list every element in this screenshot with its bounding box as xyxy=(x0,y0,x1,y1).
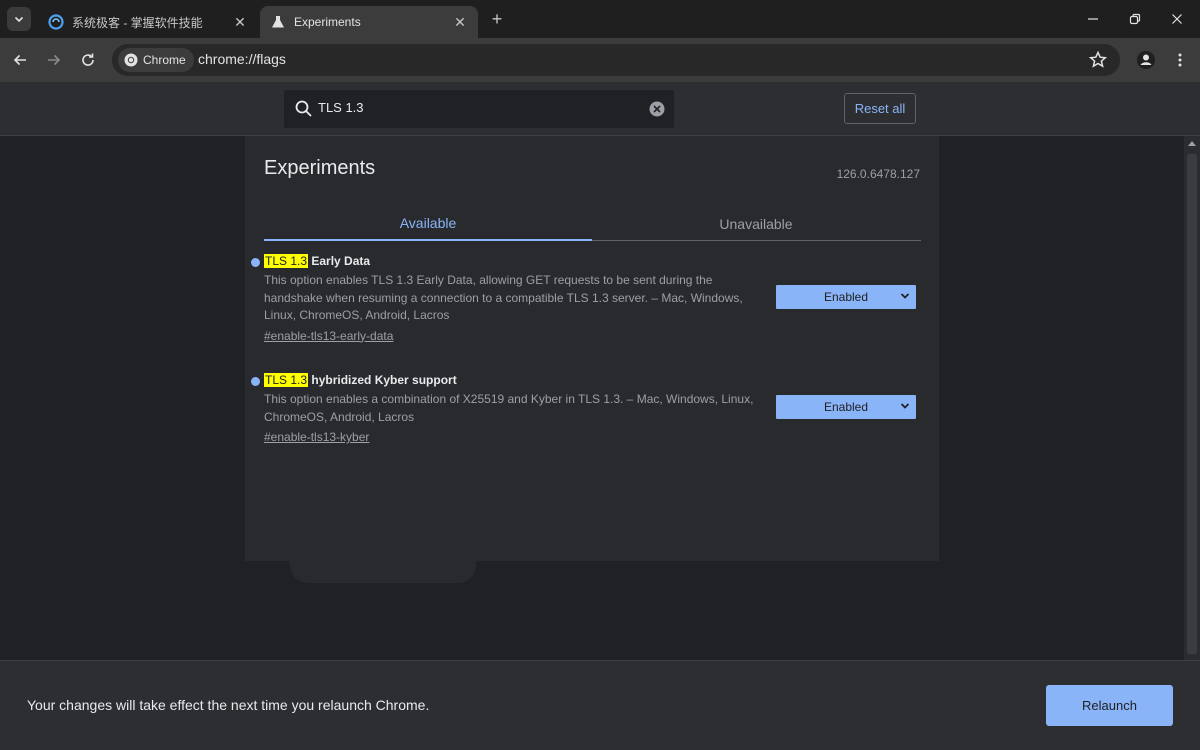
scrollbar[interactable] xyxy=(1184,136,1200,660)
reload-icon xyxy=(82,53,94,66)
chip-label: Chrome xyxy=(143,53,186,67)
experiment-name: TLS 1.3 hybridized Kyber support xyxy=(264,372,924,388)
select-value: Enabled xyxy=(823,400,869,414)
experiment-name-rest: hybridized Kyber support xyxy=(308,373,457,387)
search-highlight: TLS 1.3 xyxy=(264,254,309,268)
experiment-state-select[interactable]: Enabled xyxy=(776,395,916,419)
search-input[interactable]: TLS 1.3 xyxy=(284,90,674,128)
tab-system-geek[interactable]: 系统极客 - 掌握软件技能 ✕ xyxy=(38,6,258,38)
version-label: 126.0.6478.127 xyxy=(836,167,920,181)
experiment-permalink[interactable]: #enable-tls13-early-data xyxy=(264,329,393,343)
restore-icon xyxy=(1129,13,1141,25)
experiment-name: TLS 1.3 Early Data xyxy=(264,253,924,269)
tab-strip: 系统极客 - 掌握软件技能 ✕ Experiments ✕ + xyxy=(0,0,1200,38)
minimize-icon xyxy=(1088,18,1098,20)
search-value[interactable]: TLS 1.3 xyxy=(318,100,364,115)
chevron-down-icon xyxy=(14,16,24,23)
forward-button[interactable] xyxy=(42,48,66,72)
relaunch-footer: Your changes will take effect the next t… xyxy=(0,660,1200,750)
experiment-description: This option enables a combination of X25… xyxy=(264,392,754,424)
close-tab-icon[interactable]: ✕ xyxy=(452,14,468,30)
back-button[interactable] xyxy=(8,48,32,72)
experiment-tls13-kyber: TLS 1.3 hybridized Kyber support This op… xyxy=(251,372,924,446)
search-icon xyxy=(295,100,312,117)
tab-title: 系统极客 - 掌握软件技能 xyxy=(72,15,203,30)
arrow-left-icon xyxy=(13,54,26,66)
panel-tab-stub xyxy=(290,561,476,583)
experiment-tls13-early-data: TLS 1.3 Early Data This option enables T… xyxy=(251,253,924,345)
chevron-down-icon xyxy=(900,293,910,299)
minimize-button[interactable] xyxy=(1082,8,1104,30)
profile-button[interactable] xyxy=(1134,48,1158,72)
experiment-description: This option enables TLS 1.3 Early Data, … xyxy=(264,273,743,322)
tab-experiments[interactable]: Experiments ✕ xyxy=(260,6,478,38)
toolbar: Chrome chrome://flags xyxy=(0,38,1200,82)
profile-icon xyxy=(1137,51,1155,69)
modified-indicator xyxy=(251,377,260,386)
reload-button[interactable] xyxy=(76,48,100,72)
scroll-thumb[interactable] xyxy=(1187,154,1197,654)
scroll-up-arrow-icon[interactable] xyxy=(1188,141,1196,146)
tab-unavailable[interactable]: Unavailable xyxy=(592,206,920,241)
close-tab-icon[interactable]: ✕ xyxy=(232,14,248,30)
chrome-logo-icon xyxy=(124,53,138,67)
experiment-permalink[interactable]: #enable-tls13-kyber xyxy=(264,430,369,444)
restore-button[interactable] xyxy=(1124,8,1146,30)
new-tab-button[interactable]: + xyxy=(486,8,508,30)
system-geek-icon xyxy=(48,14,64,30)
tab-title: Experiments xyxy=(294,15,361,29)
menu-button[interactable] xyxy=(1168,48,1192,72)
tab-available[interactable]: Available xyxy=(264,206,592,241)
url-text[interactable]: chrome://flags xyxy=(198,51,286,67)
flags-header: TLS 1.3 Reset all xyxy=(0,82,1200,136)
clear-search-icon[interactable] xyxy=(648,100,666,118)
chevron-down-icon xyxy=(900,403,910,409)
page-title: Experiments xyxy=(264,157,376,179)
close-window-button[interactable] xyxy=(1166,8,1188,30)
more-vertical-icon xyxy=(1178,53,1182,67)
bookmark-star-icon[interactable] xyxy=(1088,50,1108,70)
arrow-right-icon xyxy=(48,54,61,66)
experiment-state-select[interactable]: Enabled xyxy=(776,285,916,309)
experiment-name-rest: Early Data xyxy=(308,254,371,268)
flask-icon xyxy=(270,14,286,30)
experiments-panel: Experiments 126.0.6478.127 Available Una… xyxy=(245,136,939,561)
flags-tabs: Available Unavailable xyxy=(264,206,921,241)
reset-all-button[interactable]: Reset all xyxy=(844,93,916,124)
search-highlight: TLS 1.3 xyxy=(264,373,309,387)
close-icon xyxy=(1172,14,1182,24)
modified-indicator xyxy=(251,258,260,267)
address-bar[interactable]: Chrome chrome://flags xyxy=(112,44,1120,76)
tab-search-button[interactable] xyxy=(7,7,31,31)
select-value: Enabled xyxy=(823,290,869,304)
relaunch-message: Your changes will take effect the next t… xyxy=(27,697,430,713)
site-info-chip[interactable]: Chrome xyxy=(118,48,194,72)
relaunch-button[interactable]: Relaunch xyxy=(1046,685,1173,726)
browser-window: 系统极客 - 掌握软件技能 ✕ Experiments ✕ + Chrome c… xyxy=(0,0,1200,750)
